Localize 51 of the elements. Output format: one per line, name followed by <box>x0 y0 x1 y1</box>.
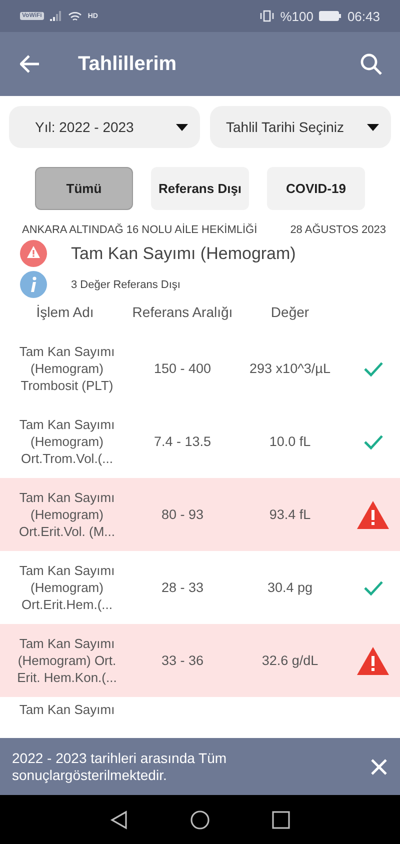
info-icon <box>20 271 47 298</box>
dropdown[interactable]: Yıl: 2022 - 2023 <box>9 106 200 148</box>
test-name-cell-text: Tam Kan Sayımı (Hemogram) Ort. Erit. Hem.Kon.(... <box>16 635 118 686</box>
caret-icon <box>367 124 379 130</box>
value-cell-text: 32.6 g/dL <box>260 652 320 669</box>
column-header: Referans Aralığı <box>131 304 234 320</box>
range-cell-text: 33 - 36 <box>160 652 205 669</box>
back-button[interactable] <box>20 55 40 73</box>
home-button[interactable] <box>190 810 210 830</box>
test-name-cell-text: Tam Kan Sayımı (Hemogram) Ort.Trom.Vol.(... <box>18 416 116 467</box>
filter-button[interactable]: Tümü <box>35 167 133 210</box>
filter-button[interactable]: Referans Dışı <box>151 167 249 210</box>
warning-icon <box>356 500 390 530</box>
range-cell-text: 150 - 400 <box>152 360 212 377</box>
page-title: Tahlillerim <box>78 52 178 76</box>
column-header: İşlem Adı <box>35 304 95 320</box>
warning-icon <box>20 240 47 267</box>
warning-icon <box>356 646 390 676</box>
battery-icon <box>319 11 342 21</box>
back-nav-button[interactable] <box>110 810 128 830</box>
range-cell-text: 80 - 93 <box>160 506 205 523</box>
range-cell-text: 7.4 - 13.5 <box>152 433 212 450</box>
caret-icon <box>176 124 188 130</box>
search-button[interactable] <box>360 53 382 75</box>
out-of-range-summary: 3 Değer Referans Dışı <box>71 278 180 290</box>
test-name-cell-text: Tam Kan Sayımı (Hemogram) Trombosit (PLT) <box>18 343 116 394</box>
check-icon <box>362 434 382 450</box>
dropdown[interactable]: Tahlil Tarihi Seçiniz <box>210 106 391 148</box>
test-name-cell-text: Tam Kan Sayımı (Hemogram) Ort.Erit.Hem.(... <box>18 562 116 613</box>
result-date: 28 AĞUSTOS 2023 <box>290 224 386 236</box>
test-name-cell-text: Tam Kan Sayımı (Hemogram) Ort.Erit.Vol. (M... <box>18 489 116 540</box>
snackbar-message: 2022 - 2023 tarihleri arasında Tüm sonuçlargösterilmektedir. <box>12 750 228 784</box>
value-cell-text: 93.4 fL <box>268 506 312 523</box>
close-button[interactable] <box>370 758 388 776</box>
value-cell-text: 30.4 pg <box>266 579 314 596</box>
wifi-icon <box>68 10 82 22</box>
column-header: Değer <box>270 304 310 320</box>
range-cell-text: 28 - 33 <box>160 579 205 596</box>
value-cell-text: 293 x10^3/µL <box>248 360 332 377</box>
clock: 06:43 <box>347 8 380 24</box>
test-name-cell-text: Tam Kan Sayımı <box>18 701 116 718</box>
check-icon <box>362 580 382 596</box>
test-name: Tam Kan Sayımı (Hemogram) <box>71 244 296 264</box>
check-icon <box>362 360 382 376</box>
value-cell-text: 10.0 fL <box>268 433 312 450</box>
recents-button[interactable] <box>272 810 290 828</box>
vibrate-icon <box>260 10 274 22</box>
facility-name: ANKARA ALTINDAĞ 16 NOLU AİLE HEKİMLİĞİ <box>22 224 258 236</box>
battery-percent: %100 <box>280 8 314 24</box>
signal-icon <box>50 11 62 21</box>
filter-button[interactable]: COVID-19 <box>267 167 365 210</box>
